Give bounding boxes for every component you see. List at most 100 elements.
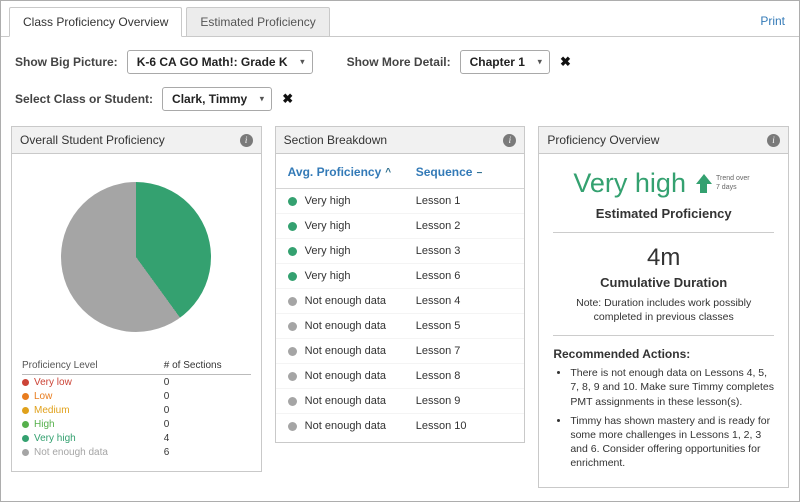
- legend-label: Very high: [34, 433, 76, 444]
- breakdown-table-header: Avg. Proficiency ^ Sequence −: [275, 154, 525, 189]
- panels-container: Overall Student Proficiency i Proficienc…: [1, 126, 799, 489]
- filter-row-big-picture: Show Big Picture: K-6 CA GO Math!: Grade…: [1, 50, 799, 74]
- divider: [553, 232, 775, 233]
- proficiency-dot: [287, 346, 297, 356]
- more-detail-select[interactable]: Chapter 1 ▾: [459, 50, 550, 74]
- legend-label: Very low: [34, 377, 72, 388]
- sort-asc-icon: ^: [385, 166, 392, 178]
- recommended-action-item: Timmy has shown mastery and is ready for…: [570, 414, 774, 471]
- lesson-label: Lesson 6: [415, 270, 461, 282]
- proficiency-label: Very high: [304, 245, 351, 257]
- section-row: Not enough data Lesson 9: [275, 389, 525, 414]
- panel-title: Proficiency Overview: [547, 133, 660, 147]
- proficiency-dot: [287, 421, 297, 431]
- proficiency-dot: [287, 271, 297, 281]
- clear-class-student-button[interactable]: ✖: [282, 91, 293, 107]
- section-row: Not enough data Lesson 7: [275, 339, 525, 364]
- legend-label: Not enough data: [34, 447, 108, 458]
- overview-panel-body: Very high Trend over 7 days Estimated Pr…: [539, 154, 788, 487]
- proficiency-dot: [287, 296, 297, 306]
- more-detail-value: Chapter 1: [469, 55, 525, 69]
- chevron-down-icon: ▾: [259, 93, 265, 104]
- proficiency-pie-chart: [61, 182, 212, 332]
- info-icon[interactable]: i: [503, 133, 517, 147]
- cumulative-duration-label: Cumulative Duration: [600, 275, 728, 290]
- panel-header: Section Breakdown i: [275, 127, 525, 154]
- tab-class-proficiency-overview[interactable]: Class Proficiency Overview: [9, 7, 183, 37]
- chevron-down-icon: ▾: [300, 56, 305, 67]
- proficiency-dot: [22, 393, 29, 400]
- proficiency-dot: [22, 421, 29, 428]
- print-link[interactable]: Print: [760, 14, 785, 36]
- proficiency-label: Very high: [304, 220, 351, 232]
- panel-header: Proficiency Overview i: [539, 127, 789, 154]
- legend-header: Proficiency Level # of Sections: [22, 360, 251, 375]
- big-picture-value: K-6 CA GO Math!: Grade K: [136, 55, 288, 69]
- section-row: Not enough data Lesson 10: [276, 414, 525, 438]
- tab-estimated-proficiency[interactable]: Estimated Proficiency: [186, 7, 330, 37]
- big-picture-select[interactable]: K-6 CA GO Math!: Grade K ▾: [126, 50, 313, 74]
- trend-row: Very high Trend over 7 days: [553, 168, 774, 199]
- legend-count: 6: [163, 447, 170, 458]
- legend-count: 0: [163, 391, 170, 402]
- legend-col-proficiency-level: Proficiency Level: [22, 360, 98, 371]
- recommended-actions-title: Recommended Actions:: [553, 347, 691, 362]
- legend-count: 0: [163, 419, 170, 430]
- proficiency-label: Not enough data: [304, 320, 387, 332]
- legend-count: 0: [163, 377, 170, 388]
- sort-none-icon: −: [476, 168, 483, 179]
- proficiency-dot: [287, 371, 297, 381]
- panel-title: Overall Student Proficiency: [20, 133, 165, 147]
- proficiency-overview-panel: Proficiency Overview i Very high Trend o…: [538, 126, 790, 489]
- info-icon[interactable]: i: [767, 133, 781, 147]
- filter-row-class-student: Select Class or Student: Clark, Timmy ▾ …: [1, 87, 799, 111]
- overall-proficiency-panel: Overall Student Proficiency i Proficienc…: [11, 126, 262, 472]
- proficiency-dot: [287, 221, 297, 231]
- proficiency-label: Not enough data: [304, 420, 387, 432]
- proficiency-label: Not enough data: [304, 345, 387, 357]
- breakdown-panel-body: Avg. Proficiency ^ Sequence − Very high Le…: [275, 154, 525, 442]
- sort-avg-proficiency[interactable]: Avg. Proficiency ^: [288, 165, 416, 179]
- legend-row: Very high 4: [22, 431, 251, 445]
- lesson-label: Lesson 9: [415, 395, 461, 407]
- recommended-action-item: There is not enough data on Lessons 4, 5…: [570, 366, 774, 409]
- cumulative-duration-value: 4m: [647, 244, 681, 271]
- proficiency-dot: [22, 379, 29, 386]
- section-row: Very high Lesson 2: [275, 214, 525, 239]
- panel-header: Overall Student Proficiency i: [12, 127, 261, 154]
- lesson-label: Lesson 1: [415, 195, 461, 207]
- proficiency-dot: [287, 246, 297, 256]
- proficiency-dot: [287, 196, 297, 206]
- info-icon[interactable]: i: [239, 133, 253, 147]
- legend-count: 4: [163, 433, 170, 444]
- tab-bar: Class Proficiency Overview Estimated Pro…: [1, 1, 799, 37]
- section-row: Not enough data Lesson 5: [275, 314, 525, 339]
- trend-up-arrow-icon: [695, 174, 712, 193]
- lesson-label: Lesson 5: [415, 320, 461, 332]
- proficiency-dot: [22, 435, 29, 442]
- more-detail-label: Show More Detail:: [346, 55, 451, 69]
- proficiency-label: Very high: [304, 195, 351, 207]
- proficiency-dot: [287, 396, 297, 406]
- lesson-label: Lesson 3: [415, 245, 461, 257]
- panel-title: Section Breakdown: [283, 133, 388, 147]
- legend-col-num-sections: # of Sections: [163, 360, 222, 371]
- sort-sequence[interactable]: Sequence −: [416, 165, 513, 179]
- class-student-select[interactable]: Clark, Timmy ▾: [162, 87, 273, 111]
- section-row: Not enough data Lesson 4: [275, 289, 525, 314]
- divider: [553, 335, 775, 337]
- proficiency-label: Not enough data: [304, 295, 387, 307]
- proficiency-dot: [287, 321, 297, 331]
- big-picture-label: Show Big Picture:: [15, 55, 118, 69]
- class-student-label: Select Class or Student:: [15, 92, 154, 106]
- clear-more-detail-button[interactable]: ✖: [560, 54, 571, 70]
- lesson-label: Lesson 7: [415, 345, 461, 357]
- proficiency-level-text: Very high: [573, 168, 686, 198]
- chevron-down-icon: ▾: [537, 56, 542, 67]
- legend-row: High 0: [22, 417, 251, 431]
- legend-label: Medium: [34, 405, 70, 416]
- section-row: Very high Lesson 1: [275, 189, 525, 214]
- legend-label: Low: [34, 391, 53, 402]
- dashboard-page: Class Proficiency Overview Estimated Pro…: [0, 0, 800, 502]
- estimated-proficiency-label: Estimated Proficiency: [595, 206, 732, 221]
